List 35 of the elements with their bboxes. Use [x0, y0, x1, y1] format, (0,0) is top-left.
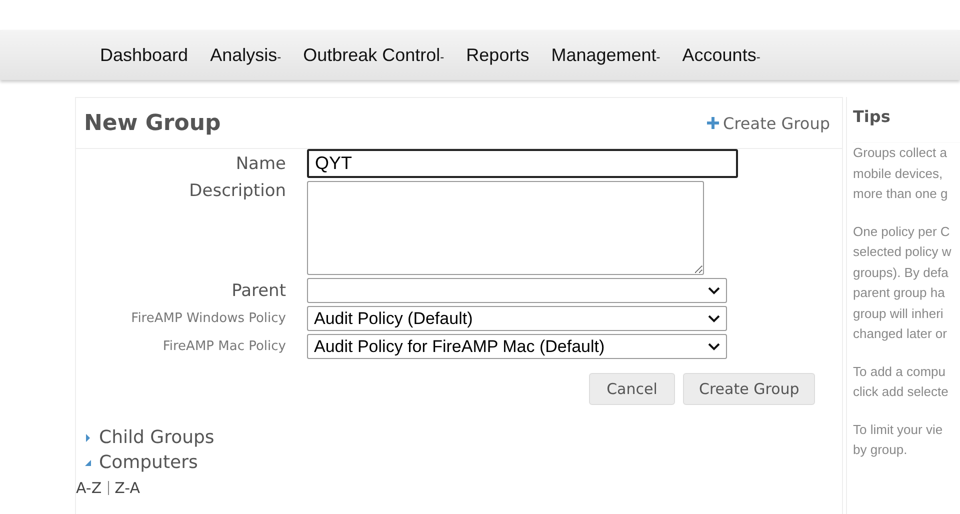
panel-title: New Group	[84, 110, 221, 136]
tip-paragraph: To limit your vie by group.	[853, 420, 944, 459]
sort-link[interactable]: A-Z	[76, 479, 102, 497]
windows-policy-dropdown[interactable]: Audit Policy (Default)	[307, 306, 727, 331]
sort-link[interactable]: Z-A	[114, 479, 140, 497]
parent-label: Parent	[230, 280, 286, 300]
tip-paragraph: Groups collect a mobile devices, more than one g	[853, 144, 949, 203]
tips-title: Tips	[853, 97, 960, 143]
nav-menu-item[interactable]: Accounts-	[682, 44, 760, 66]
description-label: Description	[188, 181, 286, 201]
description-field[interactable]	[307, 181, 704, 275]
nav-menu-item[interactable]: Analysis-	[210, 44, 282, 66]
create-group-link[interactable]: Create Group	[707, 114, 830, 132]
chevron-down-icon	[708, 314, 720, 322]
tip-paragraph: To add a compu click add selecte	[853, 362, 950, 401]
expanded-triangle-icon	[84, 458, 92, 466]
parent-dropdown[interactable]	[307, 278, 727, 303]
nav-menu-item[interactable]: Reports	[466, 44, 530, 66]
nav-menu-item[interactable]: Outbreak Control-	[303, 44, 444, 66]
nav-menu-item[interactable]: Management-	[551, 44, 660, 66]
create-group-button[interactable]: Create Group	[683, 373, 816, 405]
windows-policy-label: FireAMP Windows Policy	[130, 311, 286, 326]
chevron-down-icon	[708, 342, 720, 350]
name-label: Name	[234, 154, 286, 174]
mac-policy-dropdown[interactable]: Audit Policy for FireAMP Mac (Default)	[307, 334, 727, 359]
section-toggle[interactable]: Computers	[84, 452, 842, 473]
collapsed-triangle-icon	[84, 434, 92, 442]
mac-policy-label: FireAMP Mac Policy	[162, 339, 286, 354]
section-toggle[interactable]: Child Groups	[84, 427, 842, 448]
nav-menu-item[interactable]: Dashboard	[100, 44, 188, 66]
cancel-button[interactable]: Cancel	[589, 373, 675, 405]
plus-icon	[707, 117, 720, 129]
name-field[interactable]: QYT	[307, 149, 738, 178]
tip-paragraph: One policy per C selected policy w groups). By defa parent group ha group will inheri changed later or	[853, 222, 952, 343]
chevron-down-icon	[708, 286, 720, 294]
